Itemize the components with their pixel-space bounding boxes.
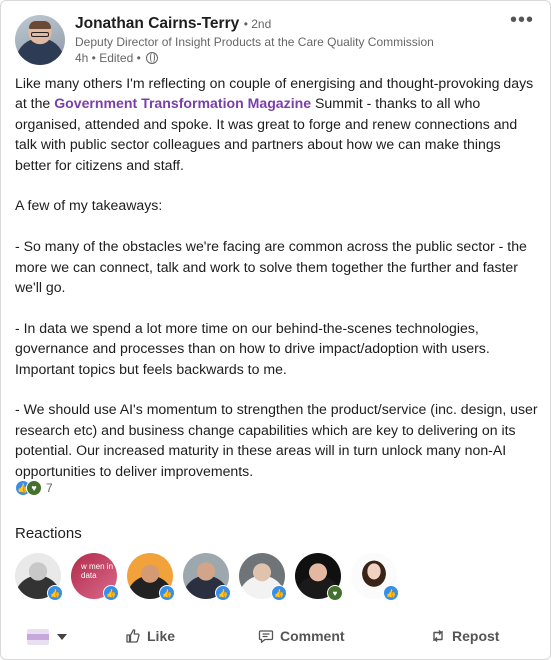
like-button[interactable]: Like [125,628,175,644]
comment-label: Comment [280,628,345,644]
post-text: Like many others I'm reflecting on coupl… [15,73,540,481]
like-icon: 👍 [383,585,399,601]
reaction-summary[interactable]: 👍 ♥ 7 [15,480,53,496]
like-icon: 👍 [215,585,231,601]
reactor-avatar[interactable]: 👍 [15,553,63,601]
author-headline: Deputy Director of Insight Products at t… [75,35,434,49]
author-avatar[interactable] [15,15,65,65]
post-paragraph-1: Like many others I'm reflecting on coupl… [15,73,540,175]
more-options-icon[interactable]: ••• [510,9,534,32]
reaction-count: 7 [46,481,53,495]
avatar-hair [29,21,51,29]
reactors-list: 👍 w men in data 👍 👍 👍 👍 ♥ 👍 [15,553,399,601]
connection-degree: • 2nd [243,17,272,31]
post-meta: 4h • Edited • [75,51,158,65]
comment-icon [258,630,274,643]
post-paragraph-3: - So many of the obstacles we're facing … [15,238,527,296]
reactor-avatar[interactable]: 👍 [127,553,175,601]
like-icon: 👍 [159,585,175,601]
reactor-avatar[interactable]: w men in data 👍 [71,553,119,601]
repost-button[interactable]: Repost [430,628,499,644]
repost-label: Repost [452,628,500,644]
post-paragraph-4: - In data we spend a lot more time on ou… [15,319,490,377]
self-avatar [27,629,49,645]
mention-link[interactable]: Government Transformation Magazine [54,95,311,111]
reactions-heading: Reactions [15,525,82,542]
like-label: Like [147,628,176,644]
chevron-down-icon [57,634,67,640]
reactor-avatar[interactable]: ♥ [295,553,343,601]
thumbs-up-icon [126,629,140,643]
action-bar: Like Comment Repost [1,621,551,655]
reactor-logo-text: w men in data [81,562,114,580]
like-icon: 👍 [103,585,119,601]
post-paragraph-5: - We should use AI's momentum to strengt… [15,401,538,479]
post-card: Jonathan Cairns-Terry • 2nd Deputy Direc… [0,0,551,660]
author-name[interactable]: Jonathan Cairns-Terry [75,15,239,32]
repost-icon [433,630,443,642]
like-icon: 👍 [271,585,287,601]
support-icon: ♥ [327,585,343,601]
support-icon: ♥ [26,480,42,496]
globe-icon [145,52,158,64]
reactor-avatar[interactable]: 👍 [239,553,287,601]
comment-button[interactable]: Comment [258,628,345,644]
reaction-picker[interactable] [27,629,67,645]
avatar-glasses [31,32,49,37]
reactor-avatar[interactable]: 👍 [183,553,231,601]
post-paragraph-2: A few of my takeaways: [15,197,163,214]
post-time: 4h • Edited • [75,51,141,65]
like-icon: 👍 [47,585,63,601]
author-line: Jonathan Cairns-Terry • 2nd [75,15,271,33]
reactor-avatar[interactable]: 👍 [351,553,399,601]
